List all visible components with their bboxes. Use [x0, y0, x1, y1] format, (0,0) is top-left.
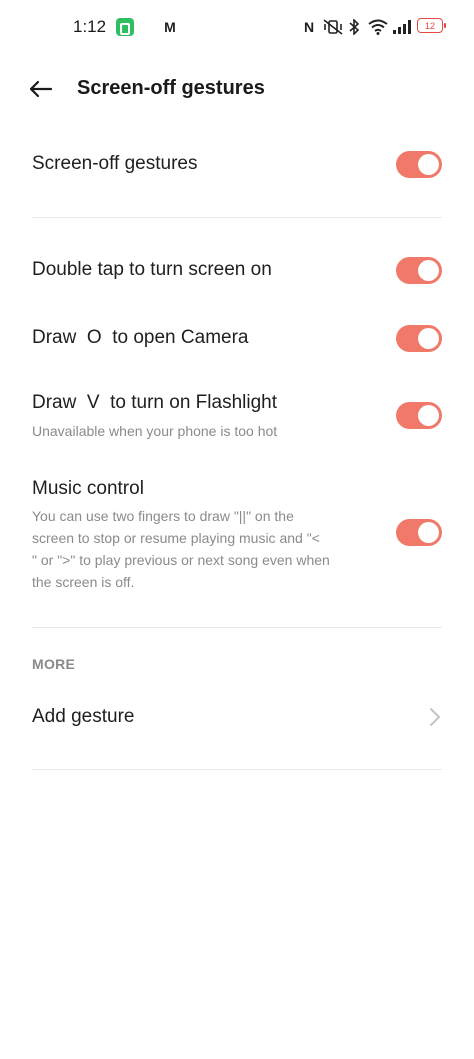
- setting-label: Music control: [32, 478, 144, 499]
- bluetooth-icon: [348, 17, 360, 37]
- setting-subtitle: You can use two fingers to draw "||" on …: [32, 505, 372, 593]
- toggle-knob: [418, 328, 439, 349]
- toggle-knob: [418, 260, 439, 281]
- battery-indicator: 12: [417, 18, 446, 33]
- draw-v-toggle[interactable]: [396, 402, 442, 429]
- app-notification-icon: [116, 18, 134, 36]
- chevron-right-icon: [428, 706, 442, 728]
- page-title: Screen-off gestures: [77, 77, 265, 99]
- mail-icon: M: [164, 19, 176, 35]
- music-control-toggle[interactable]: [396, 519, 442, 546]
- setting-row-double-tap[interactable]: Double tap to turn screen on: [32, 256, 442, 286]
- status-bar: 1:12 M N 12: [0, 0, 474, 54]
- section-label-more: MORE: [32, 656, 76, 672]
- setting-row-music-control[interactable]: Music control You can use two fingers to…: [32, 478, 442, 598]
- setting-row-screen-off-gestures[interactable]: Screen-off gestures: [32, 150, 442, 180]
- divider: [32, 769, 442, 770]
- subtitle-line: screen to stop or resume playing music a…: [32, 530, 320, 546]
- setting-label: Draw V to turn on Flashlight: [32, 392, 277, 413]
- subtitle-line: the screen is off.: [32, 574, 135, 590]
- setting-label: Draw O to open Camera: [32, 327, 249, 348]
- add-gesture-row[interactable]: Add gesture: [32, 706, 442, 730]
- setting-label: Screen-off gestures: [32, 153, 198, 174]
- setting-row-draw-v[interactable]: Draw V to turn on Flashlight Unavailable…: [32, 392, 442, 444]
- subtitle-line: You can use two fingers to draw "||" on …: [32, 508, 294, 524]
- draw-o-toggle[interactable]: [396, 325, 442, 352]
- wifi-icon: [368, 17, 388, 37]
- vibrate-icon: [322, 17, 344, 37]
- signal-icon: [392, 17, 412, 37]
- setting-row-draw-o[interactable]: Draw O to open Camera: [32, 324, 442, 354]
- nfc-icon: N: [303, 19, 315, 35]
- divider: [32, 627, 442, 628]
- status-time: 1:12: [73, 17, 107, 36]
- double-tap-toggle[interactable]: [396, 257, 442, 284]
- divider: [32, 217, 442, 218]
- setting-subtitle: Unavailable when your phone is too hot: [32, 423, 278, 439]
- toggle-knob: [418, 405, 439, 426]
- add-gesture-label: Add gesture: [32, 706, 135, 727]
- app-header: Screen-off gestures: [0, 60, 474, 118]
- arrow-left-icon: [29, 80, 53, 98]
- setting-label: Double tap to turn screen on: [32, 259, 272, 280]
- back-button[interactable]: [26, 74, 56, 104]
- subtitle-line: " or ">" to play previous or next song e…: [32, 552, 330, 568]
- toggle-knob: [418, 154, 439, 175]
- screen-off-gestures-toggle[interactable]: [396, 151, 442, 178]
- toggle-knob: [418, 522, 439, 543]
